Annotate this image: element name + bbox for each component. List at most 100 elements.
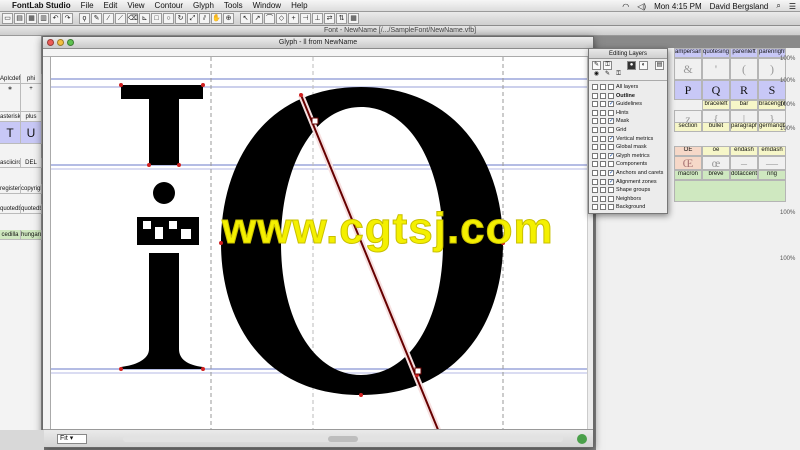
hand-tool-icon[interactable]: ✋ bbox=[211, 13, 222, 24]
layer-visibility-checkbox[interactable] bbox=[592, 204, 598, 211]
layer-visibility-checkbox[interactable] bbox=[600, 204, 606, 211]
layer-visibility-checkbox[interactable] bbox=[592, 109, 598, 116]
layer-row[interactable]: ✓ Alignment zones bbox=[592, 178, 657, 186]
glyph-cell-row[interactable]: cedillahungarum bbox=[0, 230, 42, 240]
glyph-cell[interactable]: OE bbox=[674, 146, 702, 156]
menubar-user[interactable]: David Bergsland bbox=[710, 2, 769, 11]
layer-row[interactable]: ✓ Mask bbox=[592, 117, 629, 125]
layer-visibility-checkbox[interactable] bbox=[600, 144, 606, 151]
rotate-tool-icon[interactable]: ↻ bbox=[175, 13, 186, 24]
layer-visibility-checkbox[interactable] bbox=[600, 135, 606, 142]
zoom-tool-icon[interactable]: ⊕ bbox=[223, 13, 234, 24]
glyph-cell-row[interactable]: registeredcopyright bbox=[0, 184, 42, 194]
break-node-icon[interactable]: ⊣ bbox=[300, 13, 311, 24]
glyph-cell[interactable]: asterisk bbox=[0, 112, 21, 121]
layer-enabled-checkbox[interactable]: ✓ bbox=[608, 135, 614, 142]
glyph-cell[interactable]: — bbox=[758, 156, 786, 170]
glyph-cell[interactable]: cedilla bbox=[0, 230, 21, 239]
layer-enabled-checkbox[interactable] bbox=[608, 109, 614, 116]
glyph-cell[interactable]: paragraph bbox=[730, 122, 758, 132]
layer-visibility-checkbox[interactable] bbox=[592, 92, 598, 99]
layer-row[interactable]: All layers bbox=[592, 83, 638, 91]
glyph-cell[interactable]: quotedbl bbox=[21, 204, 42, 213]
redo-icon[interactable]: ↷ bbox=[62, 13, 73, 24]
mirror-tool-icon[interactable]: ⇄ bbox=[324, 13, 335, 24]
glyph-cell-group[interactable] bbox=[674, 180, 786, 202]
undo-icon[interactable]: ↶ bbox=[50, 13, 61, 24]
layer-row[interactable]: Grid bbox=[592, 126, 626, 134]
layer-row[interactable]: ✓ Glyph metrics bbox=[592, 152, 650, 160]
glyph-cell[interactable]: asciicircle bbox=[0, 158, 21, 167]
layer-enabled-checkbox[interactable]: ✓ bbox=[608, 101, 614, 108]
minimize-button[interactable] bbox=[57, 39, 64, 46]
edit-tool-icon[interactable]: ↗ bbox=[252, 13, 263, 24]
glyph-cell[interactable]: registered bbox=[0, 184, 21, 193]
editing-layers-title[interactable]: Editing Layers bbox=[589, 49, 667, 59]
layer-row[interactable]: Shape groups bbox=[592, 186, 650, 194]
glyph-cell[interactable]: section bbox=[674, 122, 702, 132]
layer-enabled-checkbox[interactable] bbox=[608, 204, 614, 211]
glyph-cell[interactable]: DEL bbox=[21, 158, 42, 167]
align-tool-icon[interactable]: ⊥ bbox=[312, 13, 323, 24]
save-icon[interactable]: ▦ bbox=[26, 13, 37, 24]
glyph-cell[interactable]: endash bbox=[730, 146, 758, 156]
layer-visibility-checkbox[interactable] bbox=[600, 195, 606, 202]
panel-options-icon[interactable]: ▤ bbox=[655, 61, 664, 70]
layer-row[interactable]: ✓ Vertical metrics bbox=[592, 135, 653, 143]
close-button[interactable] bbox=[47, 39, 54, 46]
menu-view[interactable]: View bbox=[127, 1, 144, 10]
glyph-cell[interactable]: quotesingle bbox=[702, 48, 730, 58]
notifications-icon[interactable]: ☰ bbox=[789, 2, 796, 11]
contour-tool-icon[interactable]: ⌒ bbox=[264, 13, 275, 24]
layer-enabled-checkbox[interactable]: ✓ bbox=[608, 178, 614, 185]
layer-visibility-checkbox[interactable] bbox=[592, 127, 598, 133]
glyph-cell[interactable]: macron bbox=[674, 170, 702, 180]
rectangle-tool-icon[interactable]: □ bbox=[151, 13, 162, 24]
layer-visibility-checkbox[interactable] bbox=[600, 101, 606, 108]
layer-row[interactable]: ✓ Anchors and carets bbox=[592, 169, 663, 177]
outline-mode-icon[interactable]: ◐ bbox=[639, 61, 648, 70]
glyph-cell[interactable]: bar bbox=[730, 100, 758, 110]
layer-visibility-checkbox[interactable] bbox=[592, 170, 598, 176]
menu-help[interactable]: Help bbox=[291, 1, 307, 10]
measure-tool-icon[interactable]: ⊾ bbox=[139, 13, 150, 24]
add-node-icon[interactable]: + bbox=[288, 13, 299, 24]
layer-visibility-checkbox[interactable] bbox=[600, 187, 606, 194]
eraser-tool-icon[interactable]: ⌫ bbox=[127, 13, 138, 24]
layer-enabled-checkbox[interactable]: ✓ bbox=[608, 170, 614, 176]
glyph-window-titlebar[interactable]: Glyph - ll from NewName bbox=[43, 37, 593, 49]
layer-enabled-checkbox[interactable]: ✓ bbox=[608, 152, 614, 159]
glyph-cell[interactable]: R bbox=[730, 80, 758, 100]
layer-enabled-checkbox[interactable] bbox=[608, 144, 614, 151]
layer-visibility-checkbox[interactable] bbox=[592, 195, 598, 202]
new-file-icon[interactable]: ▭ bbox=[2, 13, 13, 24]
layer-enabled-checkbox[interactable] bbox=[608, 127, 614, 133]
layer-row[interactable]: ✓ Guidelines bbox=[592, 100, 642, 108]
horizontal-scrollbar[interactable] bbox=[123, 436, 563, 442]
glyph-cell[interactable]: breve bbox=[702, 170, 730, 180]
wifi-icon[interactable]: ◠ bbox=[622, 2, 629, 11]
glyph-cell-row[interactable]: TU bbox=[0, 122, 42, 144]
layer-visibility-checkbox[interactable] bbox=[600, 109, 606, 116]
glyph-cell[interactable]: – bbox=[730, 156, 758, 170]
layer-visibility-checkbox[interactable] bbox=[592, 101, 598, 108]
spotlight-icon[interactable]: ⌕ bbox=[776, 1, 780, 11]
glyph-cell[interactable]: phi bbox=[21, 74, 42, 83]
horizontal-scroll-thumb[interactable] bbox=[328, 436, 358, 442]
menu-glyph[interactable]: Glyph bbox=[193, 1, 214, 10]
glyph-cell[interactable]: braceleft bbox=[702, 100, 730, 110]
glyph-cell[interactable]: dotaccent bbox=[730, 170, 758, 180]
layer-enabled-checkbox[interactable] bbox=[608, 92, 614, 99]
node-tool-icon[interactable]: ◇ bbox=[276, 13, 287, 24]
glyph-cell-row[interactable]: ApIcdef phi bbox=[0, 74, 42, 84]
layer-visibility-checkbox[interactable] bbox=[600, 178, 606, 185]
glyph-cell[interactable]: ( bbox=[730, 58, 758, 80]
layer-enabled-checkbox[interactable]: ✓ bbox=[608, 118, 614, 125]
layer-visibility-checkbox[interactable] bbox=[592, 135, 598, 142]
fill-mode-icon[interactable]: ● bbox=[627, 61, 636, 70]
layer-enabled-checkbox[interactable] bbox=[608, 161, 614, 168]
glyph-cell[interactable]: Q bbox=[702, 80, 730, 100]
font-window-titlebar[interactable]: Font - NewName [/.../SampleFont/NewName.… bbox=[0, 26, 800, 36]
glyph-cell-row[interactable]: ∗ + bbox=[0, 84, 42, 112]
glyph-cell[interactable]: ∗ bbox=[0, 84, 21, 111]
